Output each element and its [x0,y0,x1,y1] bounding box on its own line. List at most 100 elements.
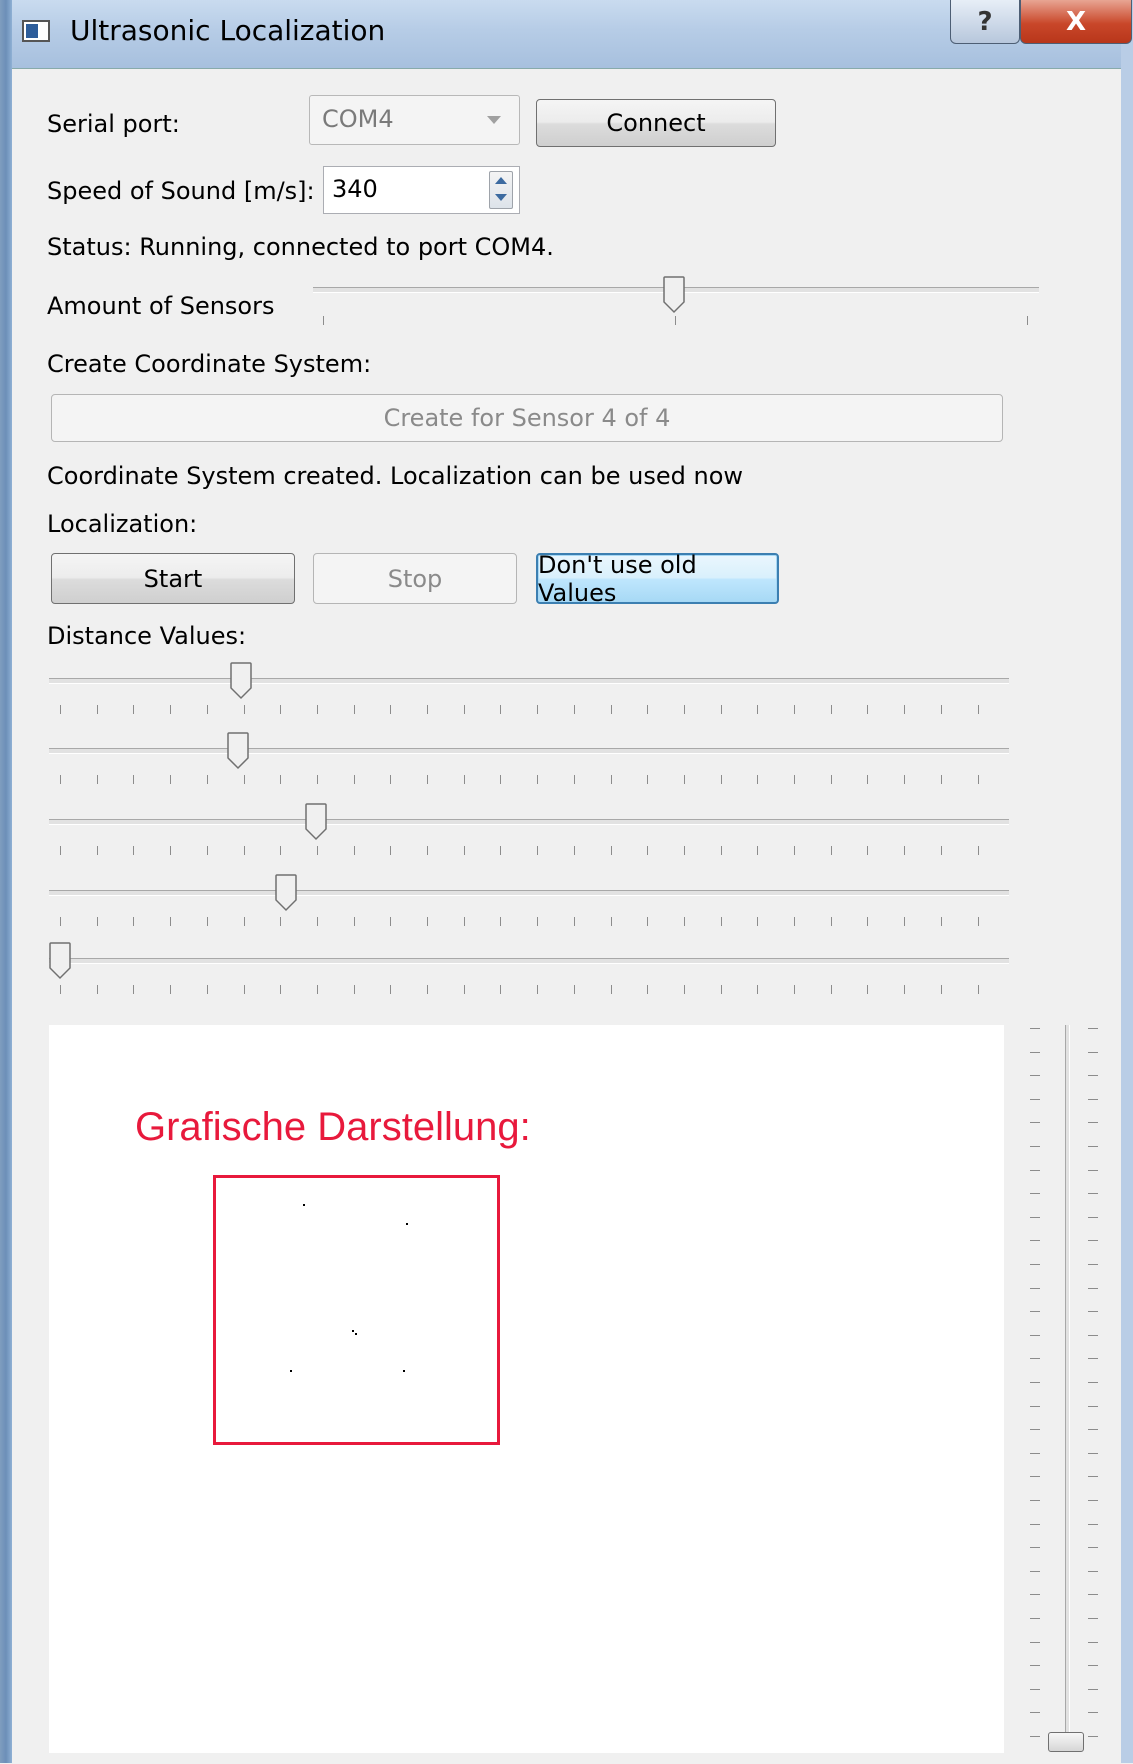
slider-tick [904,846,906,855]
slider-tick [206,846,208,855]
create-for-sensor-button[interactable]: Create for Sensor 4 of 4 [51,394,1003,442]
close-button[interactable]: X [1020,0,1132,44]
slider-tick [390,705,392,714]
slider-tick [904,775,906,784]
slider-tick [1030,1618,1040,1619]
slider-tick [427,846,428,855]
slider-tick [500,985,502,994]
slider-tick [1088,1500,1098,1501]
slider-tick [316,846,318,855]
sensor-point [290,1370,292,1372]
slider-tick [60,846,61,855]
slider-handle[interactable] [305,803,327,841]
slider-tick [206,775,208,784]
slider-tick [977,917,979,926]
slider-tick [830,705,832,714]
slider-tick [96,917,98,926]
spin-down-icon[interactable] [495,194,507,201]
window-frame-right [1121,0,1133,1763]
slider-tick [647,775,649,784]
slider-tick [133,917,135,926]
slider-tick [675,316,676,325]
distance-slider-3[interactable] [49,803,1017,869]
slider-tick [610,917,612,926]
slider-tick [243,775,245,784]
distance-slider-1[interactable] [49,662,1017,728]
slider-tick [390,985,392,994]
slider-tick [1088,1051,1098,1053]
slider-tick [427,705,428,714]
slider-tick [316,985,318,994]
slider-tick [133,705,135,714]
slider-tick [170,775,172,784]
distance-slider-5[interactable] [49,942,1017,1008]
slider-tick [427,917,428,926]
spin-arrows[interactable] [489,171,513,209]
slider-tick [463,917,465,926]
slider-tick [1030,1405,1040,1407]
speed-of-sound-value: 340 [332,175,378,203]
slider-tick [133,775,135,784]
slider-tick [647,917,649,926]
slider-handle[interactable] [275,874,297,912]
slider-tick [1088,1736,1098,1737]
slider-handle[interactable] [49,942,71,980]
slider-tick [610,775,612,784]
slider-tick [1088,1216,1098,1218]
slider-tick [573,705,575,714]
speed-of-sound-spinbox[interactable]: 340 [323,166,520,214]
slider-tick [500,705,502,714]
slider-tick [1030,1028,1040,1029]
slider-tick [940,985,942,994]
slider-tick [683,705,685,714]
slider-tick [1088,1523,1098,1525]
serial-port-label: Serial port: [47,110,180,138]
distance-sliders [49,662,1017,1015]
slider-groove [49,748,1009,754]
slider-tick [1030,1311,1040,1313]
amount-of-sensors-slider[interactable] [313,276,1039,330]
slider-tick [463,846,465,855]
slider-tick [280,705,282,714]
slider-tick [463,985,465,994]
slider-tick [757,985,759,994]
slider-tick [867,705,869,714]
slider-tick [1030,1216,1040,1218]
serial-port-combo[interactable]: COM4 [309,95,520,145]
connect-button[interactable]: Connect [536,99,776,147]
slider-handle[interactable] [230,662,252,700]
slider-tick [537,775,539,784]
slider-tick [977,705,979,714]
spin-up-icon[interactable] [495,177,507,184]
slider-tick [60,917,61,926]
slider-tick [60,985,61,994]
distance-slider-2[interactable] [49,732,1017,798]
start-button[interactable]: Start [51,553,295,604]
distance-slider-4[interactable] [49,874,1017,940]
slider-tick [1030,1429,1040,1431]
slider-tick [1030,1641,1040,1643]
slider-tick [280,775,282,784]
help-button[interactable]: ? [950,0,1020,44]
slider-tick [537,705,539,714]
slider-tick [243,846,245,855]
slider-handle[interactable] [227,732,249,770]
distance-values-label: Distance Values: [47,622,247,650]
slider-handle[interactable] [1048,1732,1084,1752]
app-icon [22,20,50,42]
slider-tick [573,775,575,784]
slider-tick [1088,1382,1098,1383]
slider-handle[interactable] [663,276,685,314]
slider-tick [757,846,759,855]
slider-tick [537,917,539,926]
slider-tick [683,846,685,855]
slider-tick [96,705,98,714]
slider-tick [280,917,282,926]
slider-tick [1088,1712,1098,1714]
stop-button[interactable]: Stop [313,553,517,604]
slider-tick [390,846,392,855]
slider-tick [940,846,942,855]
slider-tick [1030,1476,1040,1478]
dont-use-old-values-button[interactable]: Don't use old Values [536,551,779,607]
sensor-point [406,1223,408,1225]
